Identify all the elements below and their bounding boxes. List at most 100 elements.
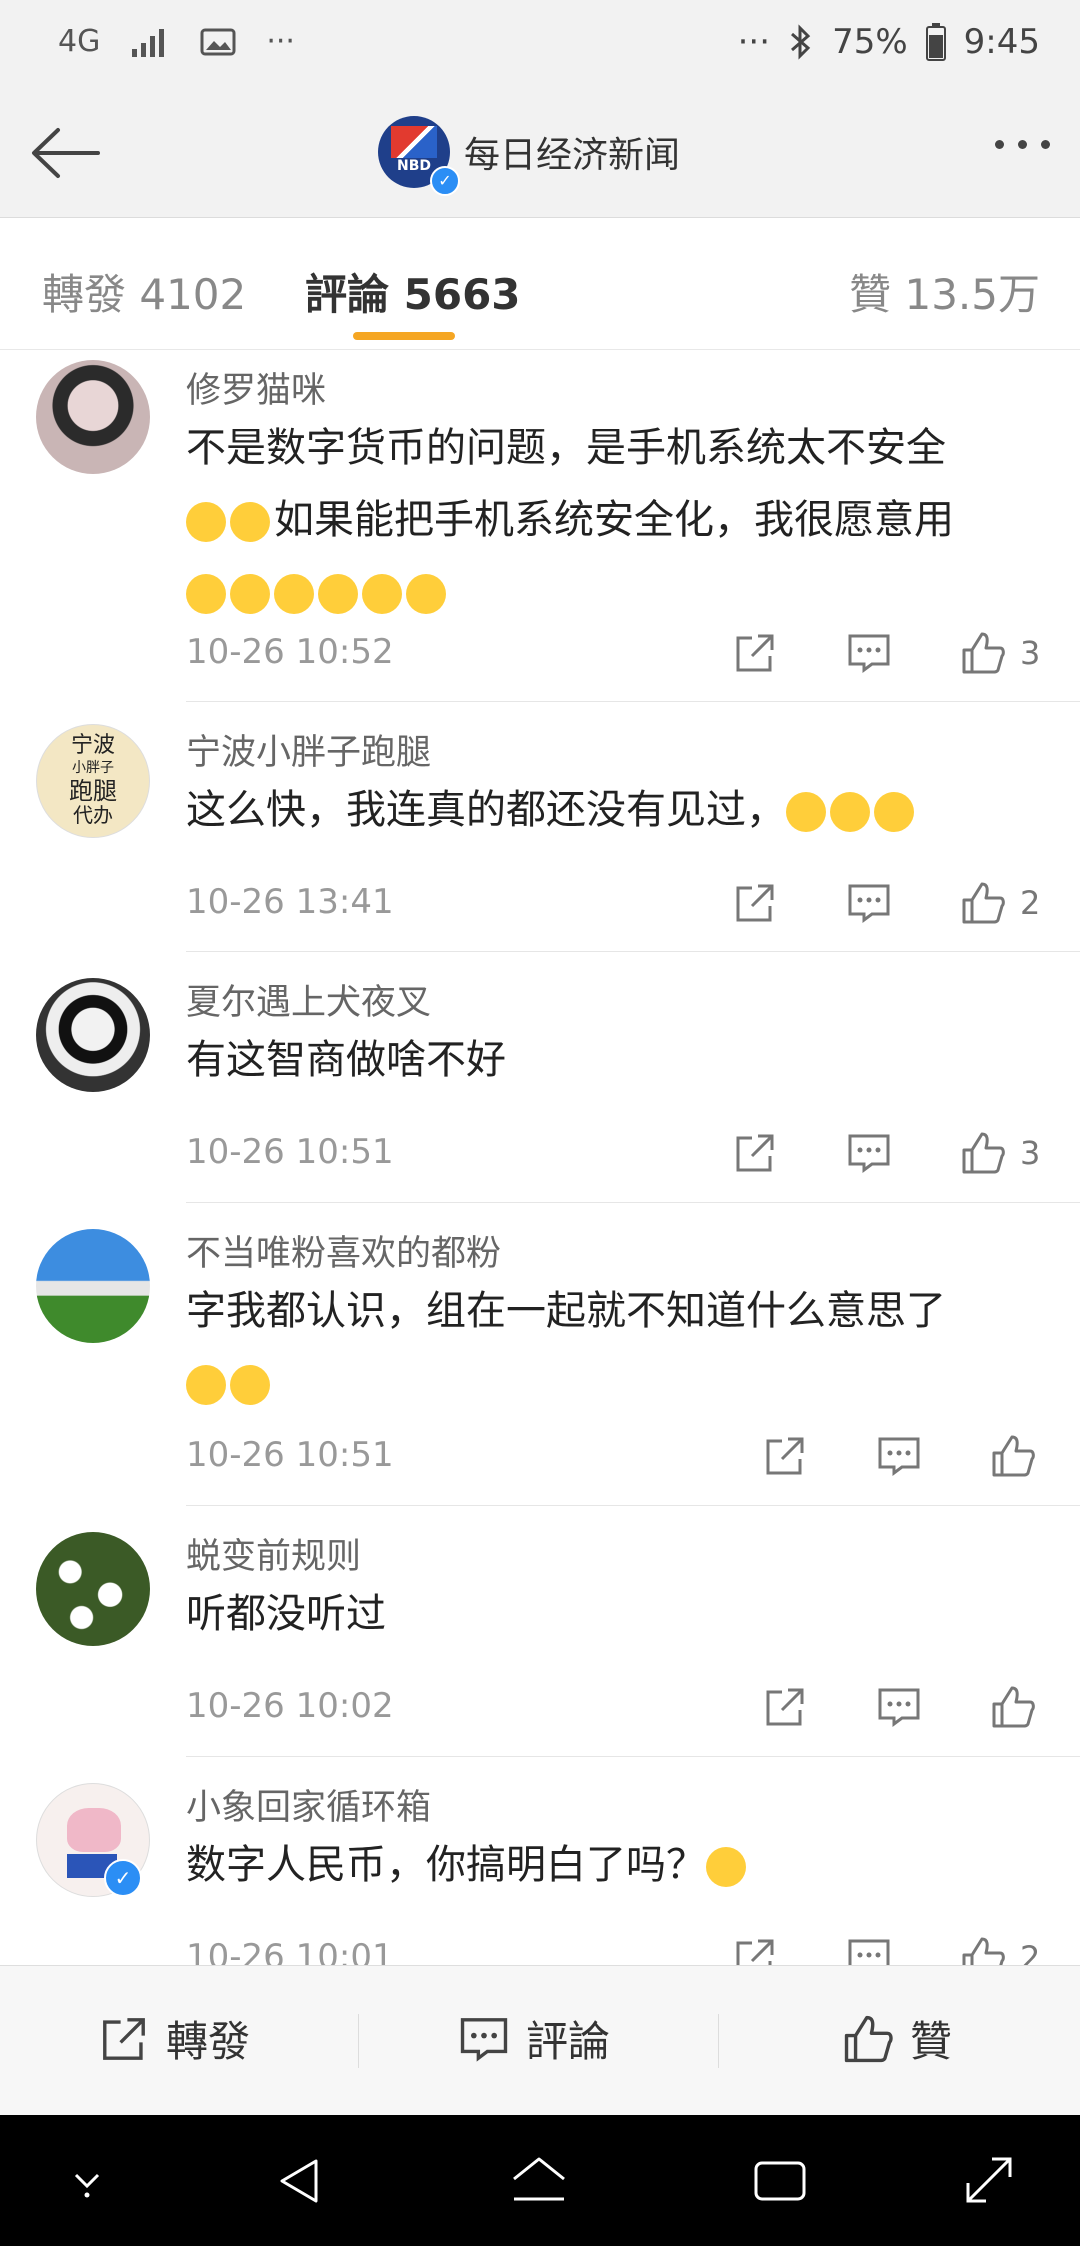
thumbs-up-icon (844, 2015, 893, 2062)
reply-icon[interactable] (846, 630, 892, 676)
avatar-text: 宁波 (70, 733, 115, 758)
smirk-emoji-icon (230, 1365, 270, 1405)
like-label: 贊 (910, 2017, 953, 2066)
comment-label: 評論 (526, 2017, 611, 2066)
home-icon[interactable] (508, 2153, 570, 2209)
comment-item: 不当唯粉喜欢的都粉 字我都认识，组在一起就不知道什么意思了 10-26 10:5… (36, 1203, 1080, 1506)
divider (358, 2014, 359, 2068)
more-options-icon[interactable] (995, 140, 1050, 149)
thumbs-up-icon[interactable] (990, 1433, 1036, 1479)
reply-icon[interactable] (876, 1684, 922, 1730)
comment-text-line: 字我都认识，组在一起就不知道什么意思了 (186, 1288, 946, 1334)
like-count: 2 (1020, 884, 1041, 922)
avatar[interactable] (36, 1532, 150, 1646)
comment-item: 蜕变前规则 听都没听过 10-26 10:02 (36, 1506, 1080, 1757)
grin-emoji-icon (230, 574, 270, 614)
laugh-crying-emoji-icon (874, 792, 914, 832)
share-icon[interactable] (732, 880, 778, 926)
comment-actions: 2 (732, 880, 1040, 926)
comment-actions (762, 1433, 1050, 1479)
comment-username[interactable]: 修罗猫咪 (186, 362, 326, 413)
comment-username[interactable]: 蜕变前规则 (186, 1528, 361, 1579)
share-icon[interactable] (762, 1433, 808, 1479)
comment-emoji-line (186, 1347, 1056, 1419)
comment-item: 夏尔遇上犬夜叉 有这智商做啥不好 10-26 10:51 3 (36, 952, 1080, 1203)
thumbs-up-icon[interactable] (960, 1130, 1006, 1176)
status-bar: 4G ··· ··· 75% 9:45 (0, 0, 1080, 90)
comment-timestamp: 10-26 10:52 (186, 632, 394, 672)
dizzy-emoji-icon (706, 1847, 746, 1887)
comment-item: 修罗猫咪 不是数字货币的问题，是手机系统太不安全 如果能把手机系统安全化，我很愿… (36, 350, 1080, 702)
thumbs-up-icon[interactable] (960, 880, 1006, 926)
grin-emoji-icon (362, 574, 402, 614)
share-icon[interactable] (732, 1935, 778, 1965)
thumbs-up-icon[interactable] (990, 1684, 1036, 1730)
like-button[interactable]: 贊 (842, 2008, 952, 2069)
comment-username[interactable]: 夏尔遇上犬夜叉 (186, 974, 431, 1025)
expand-icon[interactable] (962, 2153, 1016, 2207)
comment-username[interactable]: 小象回家循环箱 (186, 1779, 431, 1830)
comment-list[interactable]: 修罗猫咪 不是数字货币的问题，是手机系统太不安全 如果能把手机系统安全化，我很愿… (0, 350, 1080, 1965)
comment-username[interactable]: 不当唯粉喜欢的都粉 (186, 1225, 501, 1276)
reply-icon[interactable] (846, 1130, 892, 1176)
comment-username[interactable]: 宁波小胖子跑腿 (186, 724, 431, 775)
like-count: 3 (1020, 1134, 1041, 1172)
avatar[interactable] (36, 360, 150, 474)
signal-icon (132, 28, 165, 57)
comment-actions: 3 (732, 630, 1040, 676)
comment-text-line: 听都没听过 (186, 1591, 386, 1637)
comment-item: ✓ 小象回家循环箱 数字人民币，你搞明白了吗？ 10-26 10:01 2 (36, 1757, 1080, 1965)
more-status-indicator: ··· (737, 22, 771, 62)
hide-keyboard-icon[interactable] (62, 2155, 112, 2205)
comment-text: 这么快，我连真的都还没有见过， (186, 774, 1056, 846)
tab-comments[interactable]: 評論 5663 (305, 261, 521, 322)
comment-timestamp: 10-26 10:51 (186, 1435, 394, 1475)
astonished-emoji-icon (830, 792, 870, 832)
repost-label: 轉發 (166, 2017, 251, 2066)
comment-actions: 2 (732, 1935, 1040, 1965)
avatar[interactable] (36, 978, 150, 1092)
bottom-action-bar: 轉發 評論 贊 (0, 1965, 1080, 2115)
active-tab-indicator (353, 332, 455, 340)
share-icon[interactable] (762, 1684, 808, 1730)
grin-emoji-icon (318, 574, 358, 614)
reply-icon[interactable] (846, 880, 892, 926)
thumbs-up-icon[interactable] (960, 630, 1006, 676)
back-triangle-icon[interactable] (272, 2153, 328, 2209)
share-icon[interactable] (732, 630, 778, 676)
thumbs-up-icon[interactable] (960, 1935, 1006, 1965)
comment-emoji-line (186, 556, 1056, 628)
comment-actions: 3 (732, 1130, 1040, 1176)
network-indicator: 4G (58, 24, 101, 59)
clock: 9:45 (963, 22, 1040, 62)
like-count: 2 (1020, 1939, 1041, 1965)
comment-text: 字我都认识，组在一起就不知道什么意思了 (186, 1275, 1056, 1419)
tab-bar: 轉發 4102 評論 5663 贊 13.5万 (0, 219, 1080, 350)
page-title: 每日经济新闻 (464, 135, 681, 176)
comment-text-line-content: 如果能把手机系统安全化，我很愿意用 (274, 497, 954, 543)
reply-icon[interactable] (846, 1935, 892, 1965)
tab-likes[interactable]: 贊 13.5万 (849, 261, 1040, 322)
system-navigation-bar (0, 2115, 1080, 2246)
comment-button[interactable]: 評論 (458, 2008, 610, 2069)
reply-icon[interactable] (876, 1433, 922, 1479)
tab-reposts[interactable]: 轉發 4102 (42, 261, 246, 322)
repost-button[interactable]: 轉發 (98, 2008, 250, 2069)
more-notifications-indicator: ··· (266, 24, 295, 59)
avatar-text: 小胖子 (72, 760, 114, 776)
avatar[interactable]: 宁波 小胖子 跑腿 代办 (36, 724, 150, 838)
comment-text: 有这智商做啥不好 (186, 1024, 1056, 1096)
comment-item: 宁波 小胖子 跑腿 代办 宁波小胖子跑腿 这么快，我连真的都还没有见过， 10-… (36, 702, 1080, 952)
comment-timestamp: 10-26 13:41 (186, 882, 394, 922)
laugh-crying-emoji-icon (186, 502, 226, 542)
recent-apps-icon[interactable] (750, 2155, 810, 2207)
account-title[interactable]: NBD ✓ 每日经济新闻 (378, 116, 681, 196)
grin-emoji-icon (406, 574, 446, 614)
share-icon[interactable] (732, 1130, 778, 1176)
battery-percent: 75% (832, 22, 908, 62)
image-notification-icon (200, 28, 236, 55)
back-arrow-icon[interactable] (28, 118, 102, 188)
comment-text: 数字人民币，你搞明白了吗？ (186, 1829, 1056, 1901)
avatar[interactable] (36, 1229, 150, 1343)
comment-text-line: 不是数字货币的问题，是手机系统太不安全 (186, 425, 946, 471)
